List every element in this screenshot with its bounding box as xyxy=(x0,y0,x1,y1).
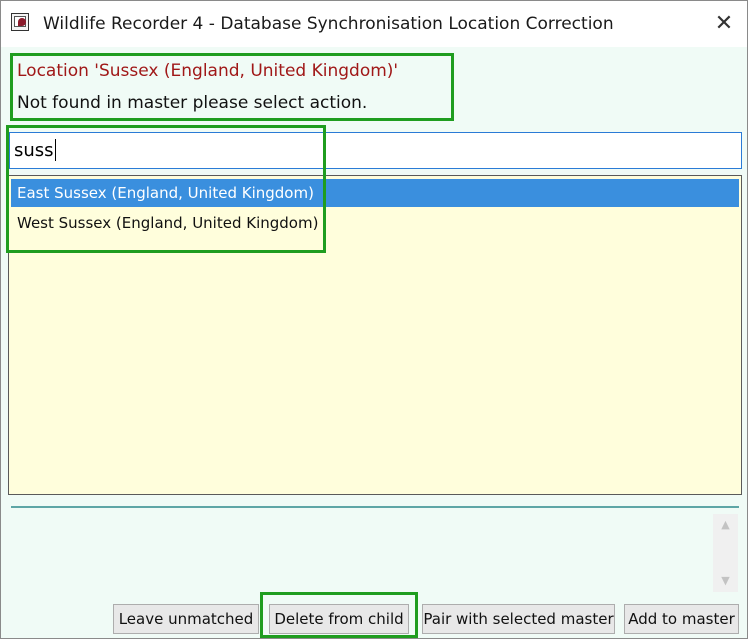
close-icon[interactable]: ✕ xyxy=(701,1,747,47)
pair-with-selected-master-button[interactable]: Pair with selected master xyxy=(422,604,615,634)
list-highlight-box xyxy=(6,125,326,253)
section-divider xyxy=(11,506,739,508)
add-to-master-button[interactable]: Add to master xyxy=(624,604,739,634)
delete-button-highlight-box xyxy=(260,592,418,638)
title-bar[interactable]: Wildlife Recorder 4 - Database Synchroni… xyxy=(1,1,747,47)
scroll-up-icon[interactable]: ▲ xyxy=(713,516,738,534)
location-correction-dialog: Wildlife Recorder 4 - Database Synchroni… xyxy=(0,0,748,639)
memo-scrollbar[interactable]: ▲ ▼ xyxy=(713,514,738,592)
header-highlight-box xyxy=(10,53,454,121)
window-title: Wildlife Recorder 4 - Database Synchroni… xyxy=(43,14,614,34)
memo-area[interactable] xyxy=(11,513,739,593)
app-icon xyxy=(11,13,29,31)
scroll-down-icon[interactable]: ▼ xyxy=(713,572,738,590)
leave-unmatched-button[interactable]: Leave unmatched xyxy=(113,604,259,634)
